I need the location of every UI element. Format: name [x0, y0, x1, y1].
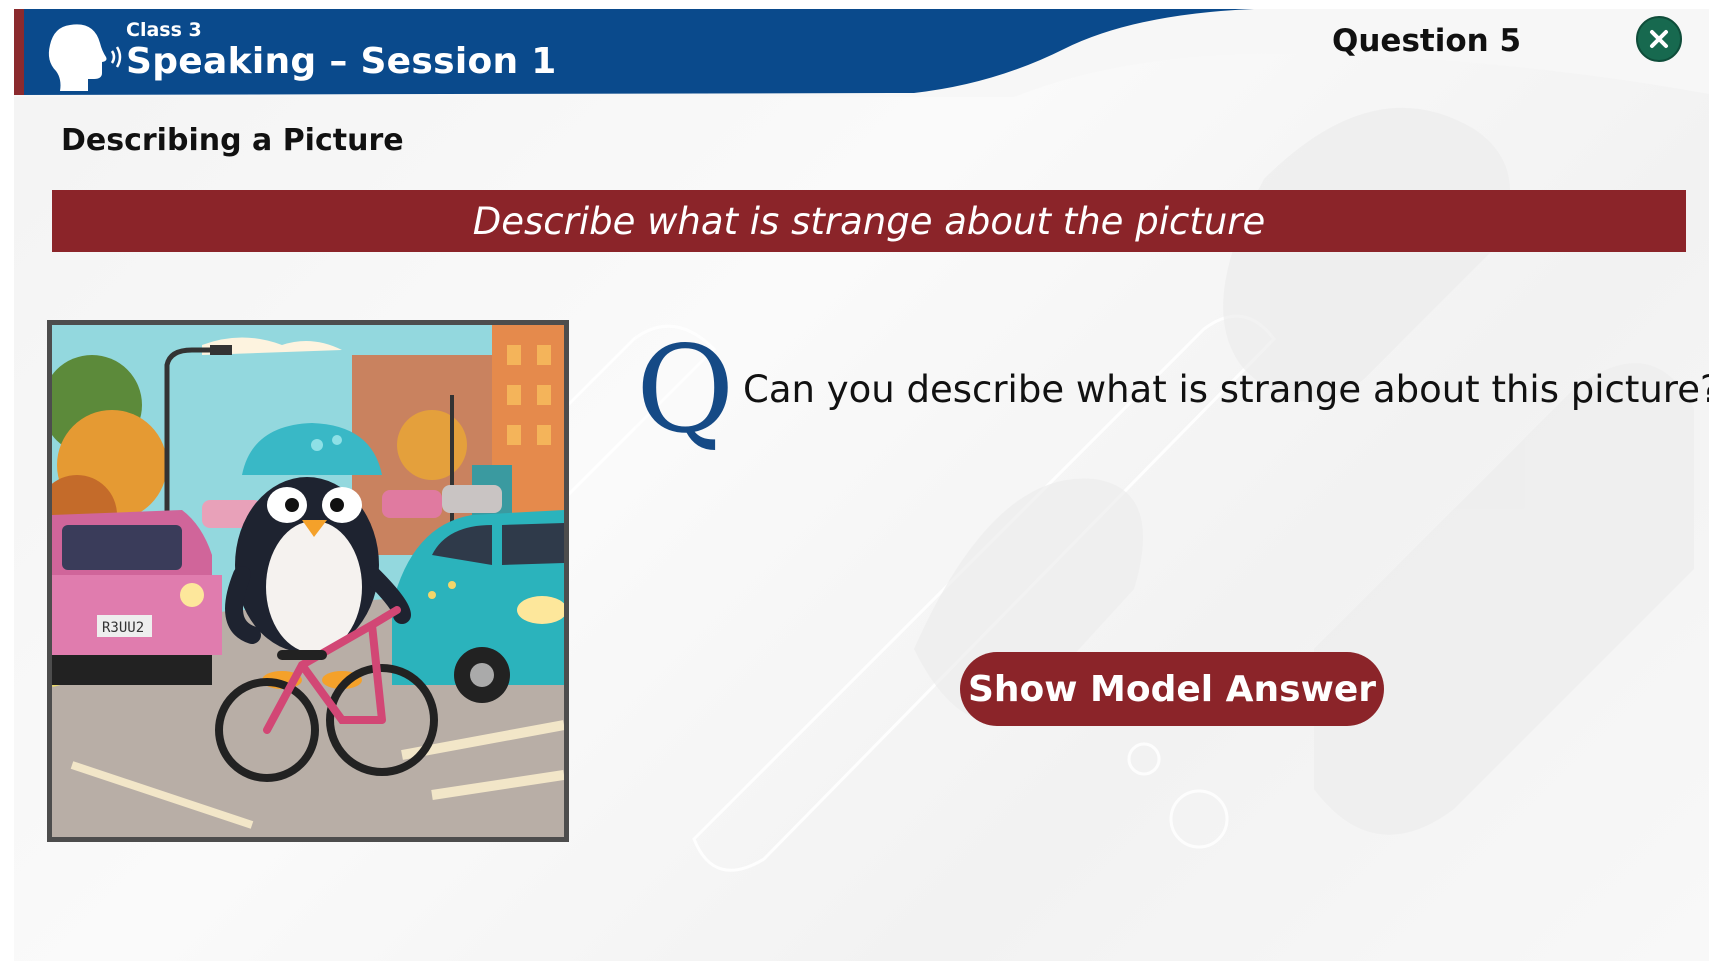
question-number: Question 5 — [1332, 23, 1522, 59]
header-accent-stripe — [14, 9, 24, 95]
section-title: Describing a Picture — [61, 123, 404, 158]
session-title: Speaking – Session 1 — [126, 41, 557, 82]
license-plate: R3UU2 — [102, 620, 144, 636]
instruction-banner: Describe what is strange about the pictu… — [52, 190, 1686, 252]
instruction-text: Describe what is strange about the pictu… — [472, 199, 1266, 243]
speaking-head-icon — [48, 24, 122, 92]
question-text: Can you describe what is strange about t… — [743, 368, 1709, 411]
show-model-answer-button[interactable]: Show Model Answer — [960, 652, 1384, 726]
penguin-cycling-illustration: R3UU2 — [52, 325, 564, 837]
slide: Class 3 Speaking – Session 1 Question 5 … — [14, 9, 1709, 961]
close-icon — [1650, 30, 1668, 48]
prompt-picture: R3UU2 — [47, 320, 569, 842]
class-label: Class 3 — [126, 19, 202, 41]
q-marker: Q — [636, 321, 735, 460]
close-button[interactable] — [1636, 16, 1682, 62]
